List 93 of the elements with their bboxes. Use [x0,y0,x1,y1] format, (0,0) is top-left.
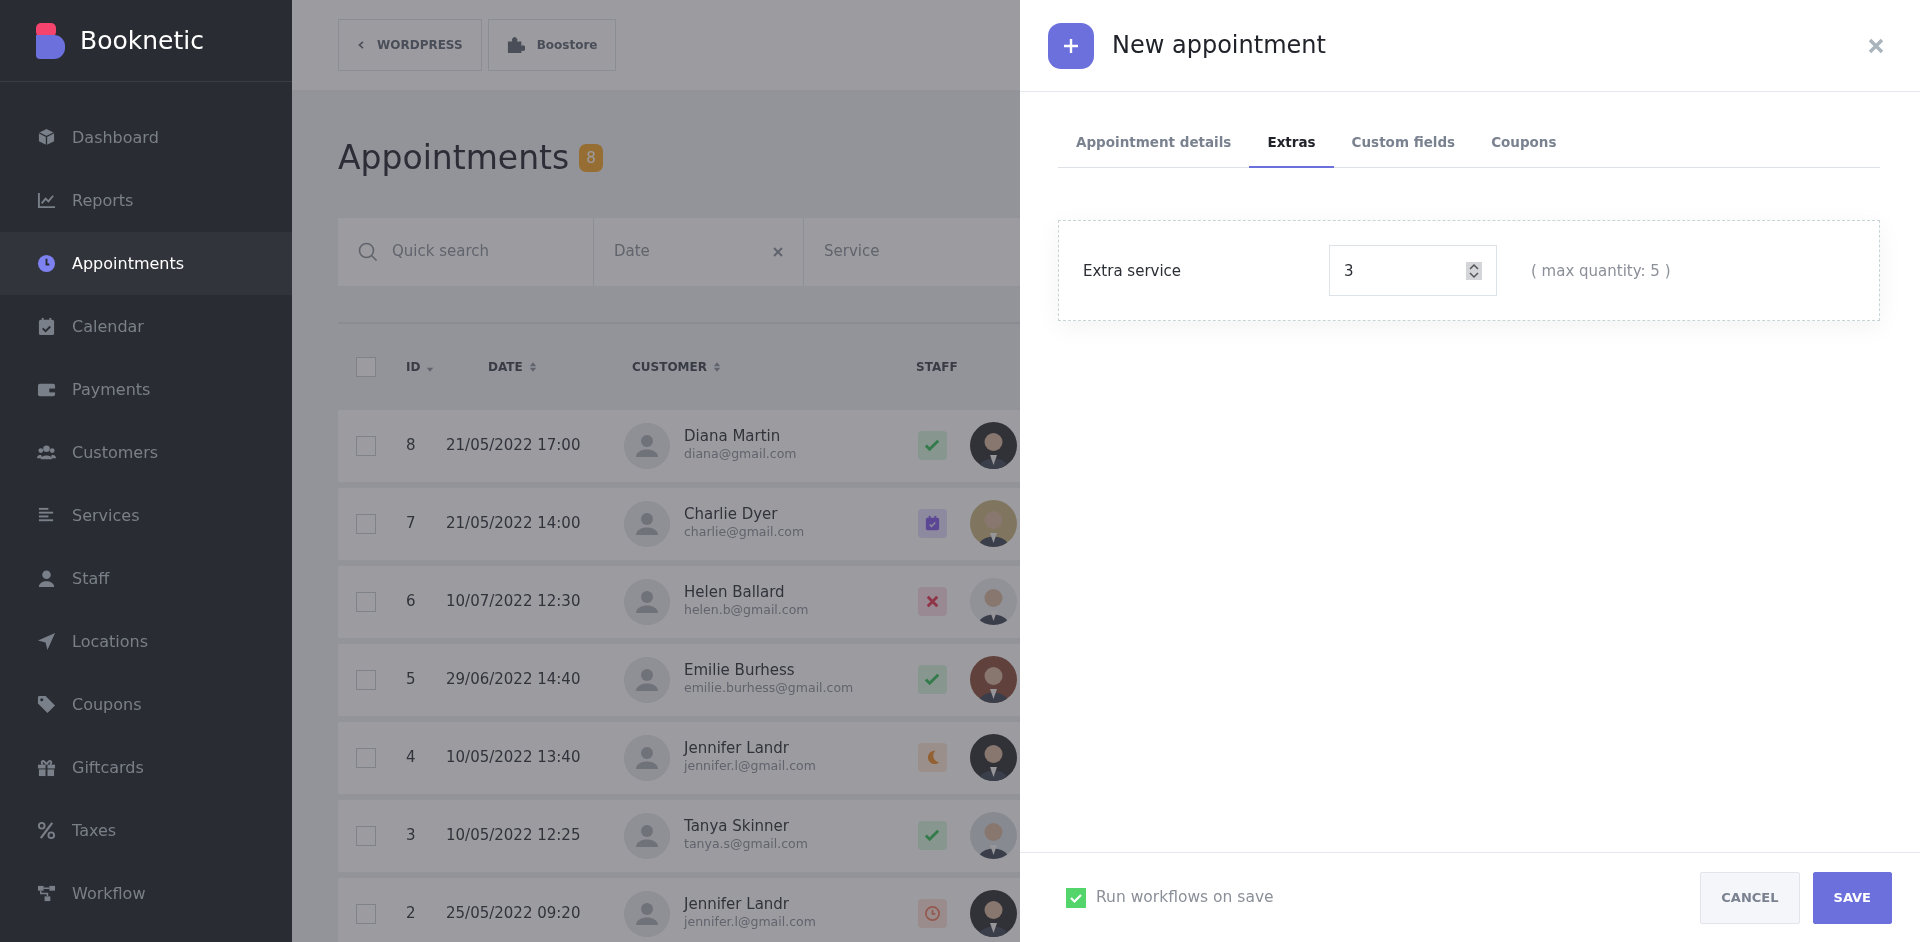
checkbox[interactable] [1066,887,1086,908]
column-header[interactable]: ID [406,357,421,376]
count-badge: 8 [579,143,603,173]
checkbox[interactable] [356,435,376,456]
sidebar-item[interactable]: Customers [0,421,292,484]
location-arrow-icon [37,632,56,651]
sidebar-item[interactable]: Locations [0,610,292,673]
sidebar-item[interactable]: Calendar [0,295,292,358]
checkbox[interactable] [356,903,376,924]
checkbox-label: Run workflows on save [1096,886,1275,908]
clear-icon[interactable] [773,246,783,257]
percent-icon [37,821,56,840]
back-button[interactable]: WORDPRESS [338,19,482,71]
search-field[interactable]: Quick search [338,217,594,286]
customer-email: emilie.burhess@gmail.com [684,679,855,698]
table-cell-text: 3 [406,825,417,847]
table-cell-text: 2 [406,903,417,925]
customer-email: charlie@gmail.com [684,523,806,542]
users-icon [37,443,56,462]
checkbox[interactable] [356,669,376,690]
customer-name: Charlie Dyer [684,505,779,524]
customer-name: Diana Martin [684,427,782,446]
customer-name: Emilie Burhess [684,661,796,680]
sort-icon[interactable] [712,360,721,373]
tab[interactable]: Coupons [1473,132,1575,169]
extra-name: Extra service [1083,260,1183,282]
table-cell-text: 10/05/2022 13:40 [446,747,582,769]
table-cell-text: 10/05/2022 12:25 [446,825,582,847]
panel-title: New appointment [1112,31,1327,60]
puzzle-icon [506,36,525,54]
checkbox[interactable] [356,825,376,846]
sidebar-item[interactable]: Staff [0,547,292,610]
cancel-button[interactable]: CANCEL [1700,871,1800,924]
date-field[interactable]: Date [594,217,804,286]
flow-icon [37,884,56,903]
table-cell-text: 10/07/2022 12:30 [446,591,582,613]
sidebar-item[interactable]: Workflow [0,862,292,925]
sidebar-item[interactable]: Taxes [0,799,292,862]
clock-icon [37,254,56,273]
checkbox[interactable] [356,591,376,612]
sidebar-item[interactable]: Services [0,484,292,547]
column-header[interactable]: CUSTOMER [632,357,707,376]
column-header[interactable]: DATE [488,357,523,376]
table-cell-text: 5 [406,669,417,691]
table-cell-text: 8 [406,435,417,457]
sidebar-item[interactable]: Giftcards [0,736,292,799]
tab[interactable]: Appointment details [1058,132,1250,169]
table-cell-text: 7 [406,513,417,535]
page-title: Appointments [338,138,570,178]
user-icon [37,569,56,588]
quantity-note: ( max quantity: 5 ) [1531,260,1671,282]
column-header[interactable]: STAFF [916,357,958,376]
cube-icon [37,128,56,147]
close-icon[interactable] [1868,37,1884,54]
tag-icon [37,695,56,714]
logo-icon [36,22,66,59]
customer-email: helen.b@gmail.com [684,601,810,620]
tab[interactable]: Custom fields [1333,132,1474,169]
customer-email: diana@gmail.com [684,445,798,464]
table-cell-text: 4 [406,747,417,769]
customer-email: jennifer.l@gmail.com [684,757,817,776]
checkbox[interactable] [356,356,376,377]
tab[interactable]: Extras [1249,132,1334,169]
chevron-left-icon [357,40,365,50]
customer-name: Tanya Skinner [684,817,790,836]
customer-name: Jennifer Landr [684,895,791,914]
checkbox[interactable] [356,513,376,534]
sidebar-item[interactable]: Reports [0,169,292,232]
sort-icon[interactable] [528,360,537,373]
customer-name: Jennifer Landr [684,739,791,758]
quantity-field[interactable]: 3 [1329,245,1497,297]
customer-email: jennifer.l@gmail.com [684,913,817,932]
table-cell-text: 25/05/2022 09:20 [446,903,582,925]
chart-icon [37,191,56,210]
customer-name: Helen Ballard [684,583,786,602]
plus-icon [1048,22,1094,69]
table-cell-text: 6 [406,591,417,613]
checkbox[interactable] [356,747,376,768]
table-cell-text: 29/06/2022 14:40 [446,669,582,691]
sidebar-item[interactable]: Dashboard [0,106,292,169]
logo-text: Booknetic [80,24,204,57]
table-cell-text: 21/05/2022 17:00 [446,435,582,457]
calendar-icon [37,317,56,336]
spinner-icon[interactable] [1466,261,1482,280]
table-cell-text: 21/05/2022 14:00 [446,513,582,535]
search-icon [358,241,378,262]
sidebar-item[interactable]: Payments [0,358,292,421]
customer-email: tanya.s@gmail.com [684,835,809,854]
save-button[interactable]: SAVE [1812,871,1892,924]
gift-icon [37,758,56,777]
sidebar-item[interactable]: Coupons [0,673,292,736]
sidebar-item[interactable]: Appointments [0,232,292,295]
store-button[interactable]: Boostore [487,19,617,71]
